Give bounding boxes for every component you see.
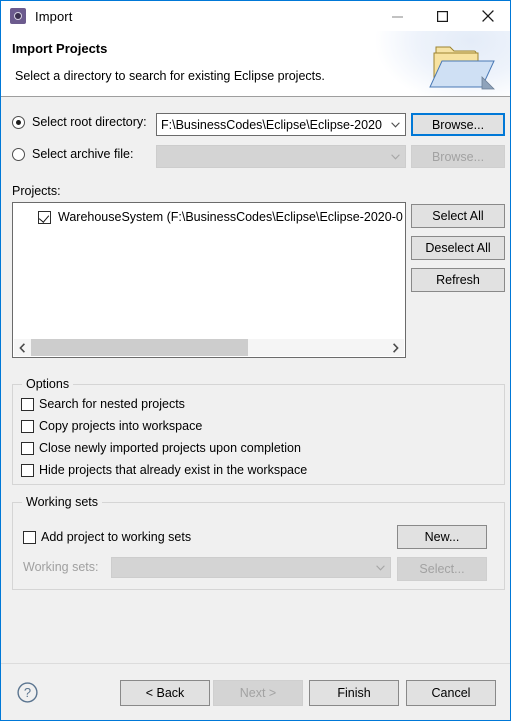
option-hide-existing-row[interactable]: Hide projects that already exist in the … <box>21 463 307 477</box>
select-archive-file-radio[interactable] <box>12 147 25 161</box>
option-copy-projects-checkbox[interactable] <box>21 419 34 433</box>
option-close-imported-row[interactable]: Close newly imported projects upon compl… <box>21 441 301 455</box>
option-hide-existing-label: Hide projects that already exist in the … <box>39 463 308 477</box>
title-bar: Import <box>1 1 510 31</box>
new-working-set-button[interactable]: New... <box>397 525 487 549</box>
projects-list[interactable]: WarehouseSystem (F:\BusinessCodes\Eclips… <box>12 202 406 358</box>
window-controls <box>375 1 510 31</box>
page-subtitle: Select a directory to search for existin… <box>15 69 325 83</box>
help-circle-icon[interactable]: ? <box>17 682 38 703</box>
dialog-body: Select root directory: F:\BusinessCodes\… <box>1 97 510 663</box>
cancel-button[interactable]: Cancel <box>406 680 496 706</box>
back-button[interactable]: < Back <box>120 680 210 706</box>
window-title: Import <box>35 8 73 24</box>
option-copy-projects-label: Copy projects into workspace <box>39 419 203 433</box>
project-checkbox[interactable] <box>38 210 51 224</box>
select-root-directory-radio[interactable] <box>12 115 25 129</box>
working-sets-combo <box>111 557 391 578</box>
select-archive-file-radio-row[interactable]: Select archive file: <box>12 147 133 161</box>
chevron-down-icon <box>385 153 405 160</box>
root-directory-value[interactable]: F:\BusinessCodes\Eclipse\Eclipse-2020 <box>157 118 385 132</box>
select-working-set-button: Select... <box>397 557 487 581</box>
finish-button[interactable]: Finish <box>309 680 399 706</box>
chevron-down-icon <box>370 564 390 571</box>
option-search-nested-row[interactable]: Search for nested projects <box>21 397 185 411</box>
option-search-nested-label: Search for nested projects <box>39 397 185 411</box>
chevron-down-icon[interactable] <box>385 121 405 128</box>
option-hide-existing-checkbox[interactable] <box>21 463 34 477</box>
close-icon[interactable] <box>465 1 510 31</box>
page-title: Import Projects <box>12 41 108 56</box>
archive-browse-button: Browse... <box>411 145 505 168</box>
add-project-to-working-sets-row[interactable]: Add project to working sets <box>23 530 191 544</box>
add-project-to-working-sets-label: Add project to working sets <box>41 530 192 544</box>
archive-file-combo <box>156 145 406 168</box>
maximize-icon[interactable] <box>420 1 465 31</box>
chevron-right-icon[interactable] <box>387 339 404 356</box>
list-item[interactable]: WarehouseSystem (F:\BusinessCodes\Eclips… <box>13 207 405 227</box>
option-close-imported-label: Close newly imported projects upon compl… <box>39 441 301 455</box>
root-browse-button[interactable]: Browse... <box>411 113 505 136</box>
option-copy-projects-row[interactable]: Copy projects into workspace <box>21 419 202 433</box>
add-project-to-working-sets-checkbox[interactable] <box>23 530 36 544</box>
next-button: Next > <box>213 680 303 706</box>
select-root-directory-radio-row[interactable]: Select root directory: <box>12 115 147 129</box>
projects-label: Projects: <box>12 184 61 198</box>
deselect-all-button[interactable]: Deselect All <box>411 236 505 260</box>
refresh-button[interactable]: Refresh <box>411 268 505 292</box>
projects-horizontal-scrollbar[interactable] <box>14 338 404 356</box>
wizard-header: Import Projects Select a directory to se… <box>1 31 510 97</box>
svg-text:?: ? <box>24 685 31 700</box>
select-archive-file-label: Select archive file: <box>32 147 134 161</box>
working-sets-field-label: Working sets: <box>23 560 99 574</box>
root-directory-combo[interactable]: F:\BusinessCodes\Eclipse\Eclipse-2020 <box>156 113 406 136</box>
chevron-left-icon[interactable] <box>14 339 31 356</box>
project-label: WarehouseSystem (F:\BusinessCodes\Eclips… <box>58 210 403 224</box>
option-search-nested-checkbox[interactable] <box>21 397 34 411</box>
options-legend: Options <box>22 377 74 391</box>
option-close-imported-checkbox[interactable] <box>21 441 34 455</box>
eclipse-import-icon <box>10 8 26 24</box>
dialog-footer: ? < Back Next > Finish Cancel <box>1 663 510 720</box>
minimize-icon[interactable] <box>375 1 420 31</box>
select-root-directory-label: Select root directory: <box>32 115 147 129</box>
folder-import-icon <box>429 46 495 90</box>
scrollbar-track[interactable] <box>31 339 387 356</box>
import-projects-dialog: Import Import Projects Select a director… <box>0 0 511 721</box>
select-all-button[interactable]: Select All <box>411 204 505 228</box>
scrollbar-thumb[interactable] <box>31 339 249 356</box>
working-sets-legend: Working sets <box>22 495 103 509</box>
